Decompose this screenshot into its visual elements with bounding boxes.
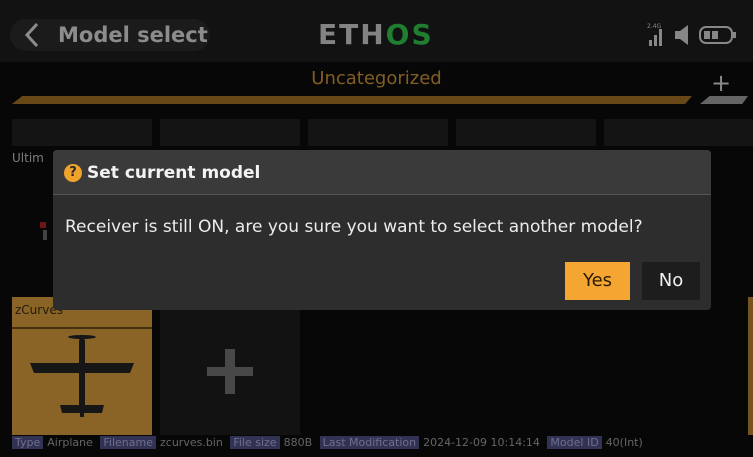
dialog-title: Set current model [87, 163, 261, 183]
question-icon: ? [64, 164, 82, 182]
yes-button[interactable]: Yes [565, 262, 630, 300]
dialog-message: Receiver is still ON, are you sure you w… [65, 217, 643, 237]
dialog-divider [53, 194, 711, 195]
no-button[interactable]: No [642, 262, 700, 300]
set-model-dialog: ? Set current model Receiver is still ON… [53, 150, 711, 310]
